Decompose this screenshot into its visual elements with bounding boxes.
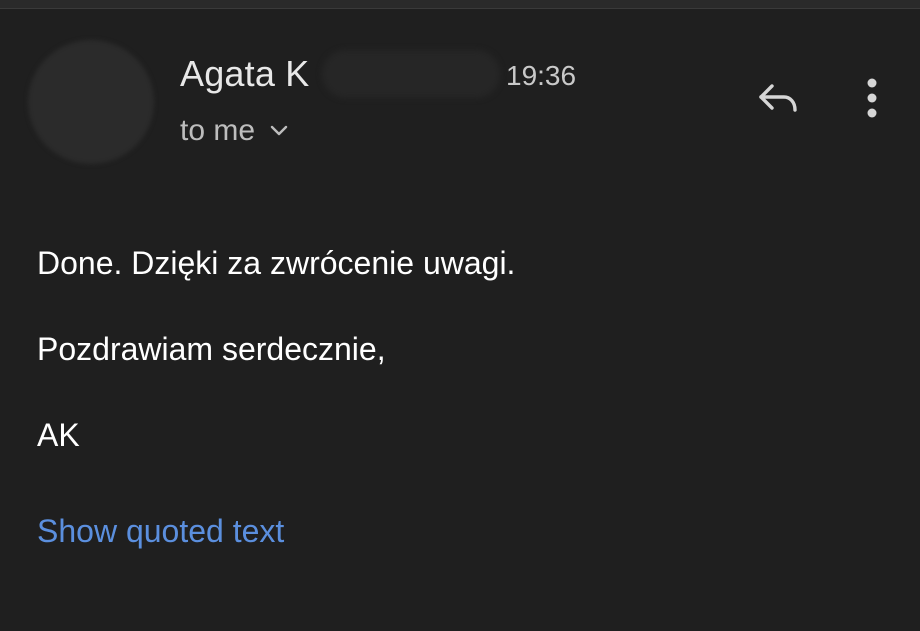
avatar[interactable] [28, 40, 154, 164]
top-divider [0, 0, 920, 9]
message-body-line: Done. Dzięki za zwrócenie uwagi. [37, 245, 516, 281]
more-vert-icon [865, 76, 879, 125]
redacted-sender-address [322, 50, 500, 98]
message-body-line: Pozdrawiam serdecznie, [37, 331, 386, 367]
show-quoted-text-link[interactable]: Show quoted text [37, 512, 284, 550]
more-options-button[interactable] [852, 72, 892, 128]
sender-name[interactable]: Agata K [180, 54, 310, 94]
message-signature: AK [37, 417, 80, 453]
chevron-down-icon [269, 124, 289, 138]
reply-icon [756, 80, 800, 121]
reply-button[interactable] [750, 76, 806, 124]
recipient-details-toggle[interactable]: to me [180, 114, 289, 148]
message-time: 19:36 [506, 60, 577, 91]
recipient-label: to me [180, 114, 256, 147]
